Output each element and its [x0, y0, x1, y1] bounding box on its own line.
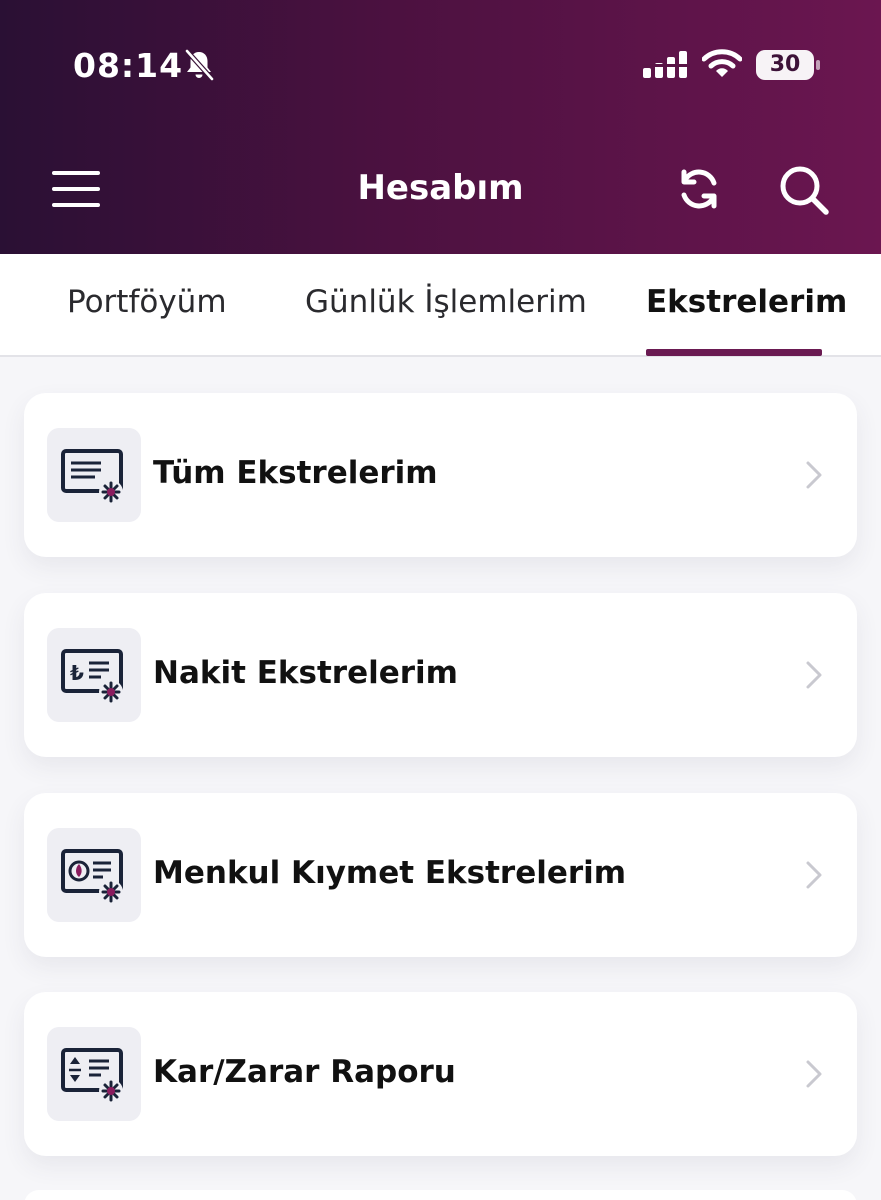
active-tab-indicator [646, 349, 822, 356]
menu-item-tum-ekstrelerim[interactable]: Tüm Ekstrelerim [24, 393, 857, 557]
all-statements-icon [61, 449, 123, 504]
menu-item-partial[interactable] [24, 1190, 857, 1200]
menu-item-label: Kar/Zarar Raporu [153, 1054, 456, 1090]
chevron-right-icon [806, 1060, 822, 1088]
bell-slash-icon [185, 49, 214, 81]
chevron-right-icon [806, 461, 822, 489]
page-title: Hesabım [357, 168, 524, 208]
icon-container [47, 828, 141, 922]
menu-item-nakit-ekstrelerim[interactable]: ₺ Nakit Ekstrelerim [24, 593, 857, 757]
svg-text:₺: ₺ [70, 661, 84, 685]
signal-icon [642, 51, 690, 78]
chevron-right-icon [806, 861, 822, 889]
battery-level: 30 [769, 52, 801, 77]
menu-item-label: Menkul Kıymet Ekstrelerim [153, 855, 627, 891]
icon-container [47, 428, 141, 522]
chevron-right-icon [806, 661, 822, 689]
menu-item-menkul-kiymet-ekstrelerim[interactable]: Menkul Kıymet Ekstrelerim [24, 793, 857, 957]
menu-item-label: Nakit Ekstrelerim [153, 655, 458, 691]
icon-container [47, 1027, 141, 1121]
tab-gunluk-islemlerim[interactable]: Günlük İşlemlerim [305, 284, 587, 320]
menu-item-kar-zarar-raporu[interactable]: Kar/Zarar Raporu [24, 992, 857, 1156]
status-time: 08:14 [73, 46, 184, 85]
profit-loss-report-icon [61, 1048, 123, 1103]
menu-item-label: Tüm Ekstrelerim [153, 455, 438, 491]
wifi-icon [702, 49, 742, 77]
tab-ekstrelerim[interactable]: Ekstrelerim [646, 284, 847, 320]
app-header: 08:14 30 Hesabım [0, 0, 881, 254]
refresh-icon[interactable] [674, 164, 724, 214]
securities-statements-icon [61, 849, 123, 904]
search-icon[interactable] [778, 164, 830, 216]
tab-bar: Portföyüm Günlük İşlemlerim Ekstrelerim [0, 254, 881, 357]
cash-statements-icon: ₺ [61, 649, 123, 704]
icon-container: ₺ [47, 628, 141, 722]
tab-portfoy[interactable]: Portföyüm [67, 284, 227, 320]
